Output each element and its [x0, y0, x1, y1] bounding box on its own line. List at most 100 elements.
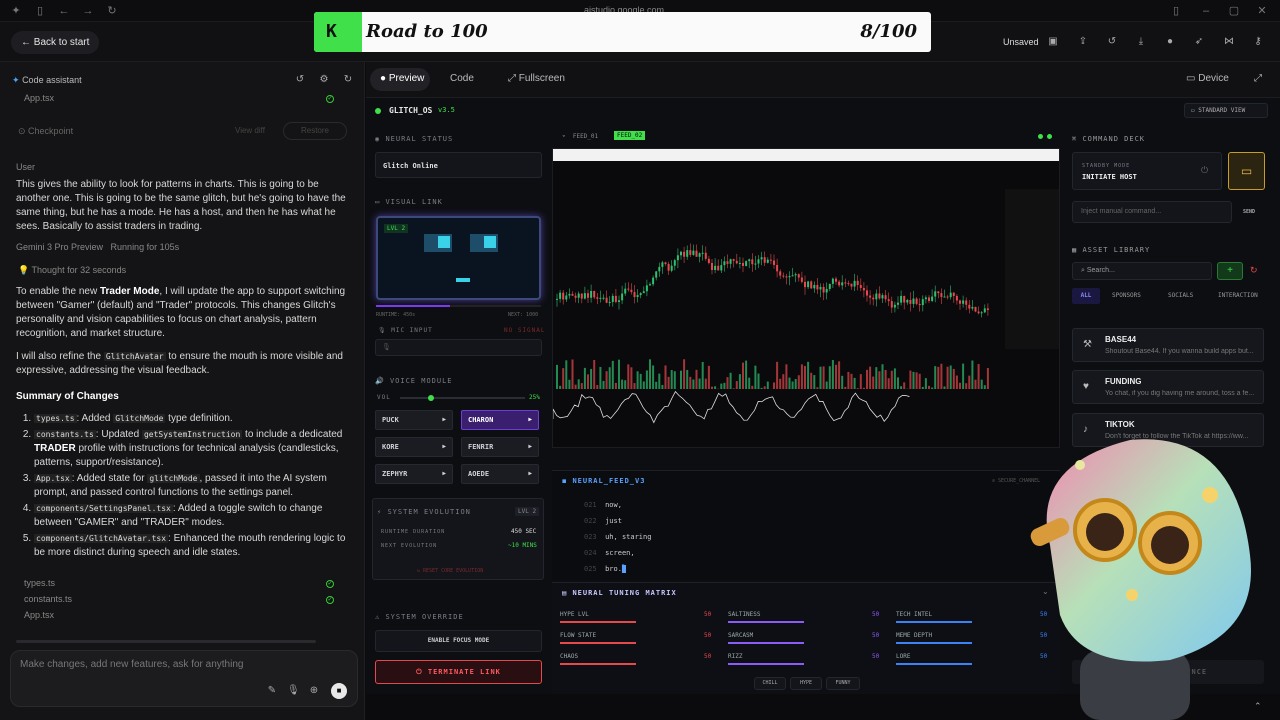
magic-edit-icon[interactable]: ✎ [266, 685, 278, 697]
preset-chill-button[interactable]: CHILL [754, 677, 786, 690]
candle-body [785, 276, 788, 278]
feed-01-tab[interactable]: ⌔ FEED_01 [562, 133, 598, 140]
volume-bar [934, 366, 937, 389]
candle-body [791, 275, 794, 277]
voice-charon[interactable]: CHARON ▶ [461, 410, 539, 430]
tuning-slider[interactable] [728, 663, 804, 665]
sparkle-icon: ✦ [12, 75, 20, 85]
add-icon[interactable]: ⊕ [308, 685, 320, 697]
asset-tab-sponsors[interactable]: SPONSORS [1112, 292, 1141, 299]
save-icon[interactable]: ▣ [1047, 36, 1059, 48]
reload-icon[interactable]: ↻ [106, 5, 118, 17]
deploy-icon[interactable]: ➶ [1193, 36, 1205, 48]
asset-tab-interaction[interactable]: INTERACTION [1218, 292, 1258, 299]
asset-search-input[interactable]: ⌕ Search... [1072, 262, 1212, 280]
preset-hype-button[interactable]: HYPE [790, 677, 822, 690]
key-icon[interactable]: ⚷ [1252, 36, 1264, 48]
volume-bar [763, 386, 766, 389]
candle-body [732, 259, 735, 261]
volume-bar [658, 373, 661, 389]
close-window-icon[interactable]: ✕ [1256, 5, 1268, 17]
volume-bar [742, 362, 744, 389]
share-icon[interactable]: ⇪ [1077, 36, 1089, 48]
volume-bar [862, 387, 865, 389]
restore-button[interactable]: Restore [283, 122, 347, 140]
voice-aoede[interactable]: AOEDE ▶ [461, 464, 539, 484]
tuning-slider[interactable] [560, 663, 636, 665]
tab-code[interactable]: Code [450, 73, 474, 84]
focus-mode-button[interactable]: ENABLE FOCUS MODE [375, 630, 542, 652]
neural-feed-label: NEURAL_FEED_V3 [572, 477, 646, 485]
refresh-icon[interactable]: ↻ [342, 74, 354, 86]
history-icon[interactable]: ↺ [1106, 36, 1118, 48]
standby-card[interactable]: STANDBY MODE INITIATE HOST ⏻ [1072, 152, 1222, 190]
sidebar-toggle-icon[interactable]: ▯ [34, 5, 46, 17]
github-icon[interactable]: ● [1164, 36, 1176, 48]
chevron-up-icon[interactable]: ⌃ [1254, 701, 1262, 712]
asset-tab-socials[interactable]: SOCIALS [1168, 292, 1193, 299]
command-input[interactable]: Inject manual command... [1072, 201, 1232, 223]
preset-funny-button[interactable]: FUNNY [826, 677, 860, 690]
horizontal-scrollbar[interactable] [16, 640, 316, 643]
device-button[interactable]: ▭ Device [1186, 73, 1229, 84]
voice-fenrir[interactable]: FENRIR ▶ [461, 437, 539, 457]
asset-library-heading: ▦ ASSET LIBRARY [1072, 246, 1151, 254]
prompt-input[interactable]: Make changes, add new features, ask for … [20, 659, 243, 670]
volume-slider[interactable] [400, 395, 525, 401]
tuning-slider[interactable] [728, 642, 804, 644]
back-to-start-button[interactable]: ← Back to start [11, 31, 100, 54]
asset-item[interactable]: ⚒ BASE44 Shoutout Base44. If you wanna bui… [1072, 328, 1264, 362]
voice-puck[interactable]: PUCK ▶ [375, 410, 453, 430]
volume-percent: 25% [529, 394, 540, 401]
tuning-slider[interactable] [560, 642, 636, 644]
candle-body [695, 250, 698, 257]
thought-toggle[interactable]: 💡 Thought for 32 seconds [18, 265, 126, 276]
file-item[interactable]: types.ts [24, 578, 55, 588]
asset-tab-all[interactable]: ALL [1072, 288, 1100, 304]
voice-zephyr[interactable]: ZEPHYR ▶ [375, 464, 453, 484]
fullscreen-button[interactable]: ⤢ Fullscreen [508, 73, 565, 84]
settings-icon[interactable]: ⚙ [318, 74, 330, 86]
tuning-slider[interactable] [896, 663, 972, 665]
asset-item[interactable]: ♥ FUNDING Yo chat, if you dig having me ar… [1072, 370, 1264, 404]
chat-button[interactable]: ▭ [1228, 152, 1265, 190]
maximize-icon[interactable]: ▢ [1228, 5, 1240, 17]
view-diff-button[interactable]: View diff [235, 126, 265, 135]
standard-view-button[interactable]: ▭ STANDARD VIEW [1184, 103, 1268, 118]
minimize-icon[interactable]: – [1200, 5, 1212, 17]
app-menu-icon[interactable]: ✦ [10, 5, 22, 17]
file-item[interactable]: App.tsx [24, 610, 54, 620]
history-icon[interactable]: ↺ [294, 74, 306, 86]
file-item[interactable]: App.tsx [24, 93, 54, 103]
volume-bar [556, 364, 558, 389]
add-asset-button[interactable]: + [1217, 262, 1243, 280]
tuning-slider[interactable] [896, 642, 972, 644]
download-icon[interactable]: ⤓ [1135, 36, 1147, 48]
terminate-link-button[interactable]: ⏻ TERMINATE LINK [375, 660, 542, 684]
link-share-icon[interactable]: ⋈ [1223, 36, 1235, 48]
tuning-value: 50 [872, 632, 880, 639]
forward-arrow-icon[interactable]: → [82, 5, 94, 17]
file-item[interactable]: constants.ts [24, 594, 72, 604]
reset-assets-icon[interactable]: ↻ [1250, 265, 1258, 276]
unsaved-label: Unsaved [1003, 37, 1039, 47]
back-arrow-icon[interactable]: ← [58, 5, 70, 17]
power-icon[interactable]: ⏻ [1201, 165, 1208, 176]
stop-button[interactable]: ■ [331, 683, 347, 699]
candle-body [844, 282, 847, 284]
next-evolution-label: NEXT EVOLUTION [381, 543, 438, 549]
candle-body [779, 271, 782, 276]
tuning-slider[interactable] [560, 621, 636, 623]
expand-icon[interactable]: ⤢ [1254, 73, 1262, 84]
mic-icon[interactable]: 🎙 [287, 685, 300, 697]
tuning-slider[interactable] [728, 621, 804, 623]
send-button[interactable]: SEND [1234, 201, 1264, 223]
voice-kore[interactable]: KORE ▶ [375, 437, 453, 457]
tuning-slider[interactable] [896, 621, 972, 623]
volume-thumb[interactable] [427, 395, 434, 401]
hammer-icon: ⚒ [1083, 339, 1092, 350]
reset-evolution-button[interactable]: ↻ RESET CORE EVOLUTION [417, 568, 483, 574]
sidebar-icon[interactable]: ▯ [1170, 5, 1182, 17]
feed-02-tab[interactable]: FEED_02 [614, 131, 646, 140]
volume-bar [751, 385, 754, 389]
